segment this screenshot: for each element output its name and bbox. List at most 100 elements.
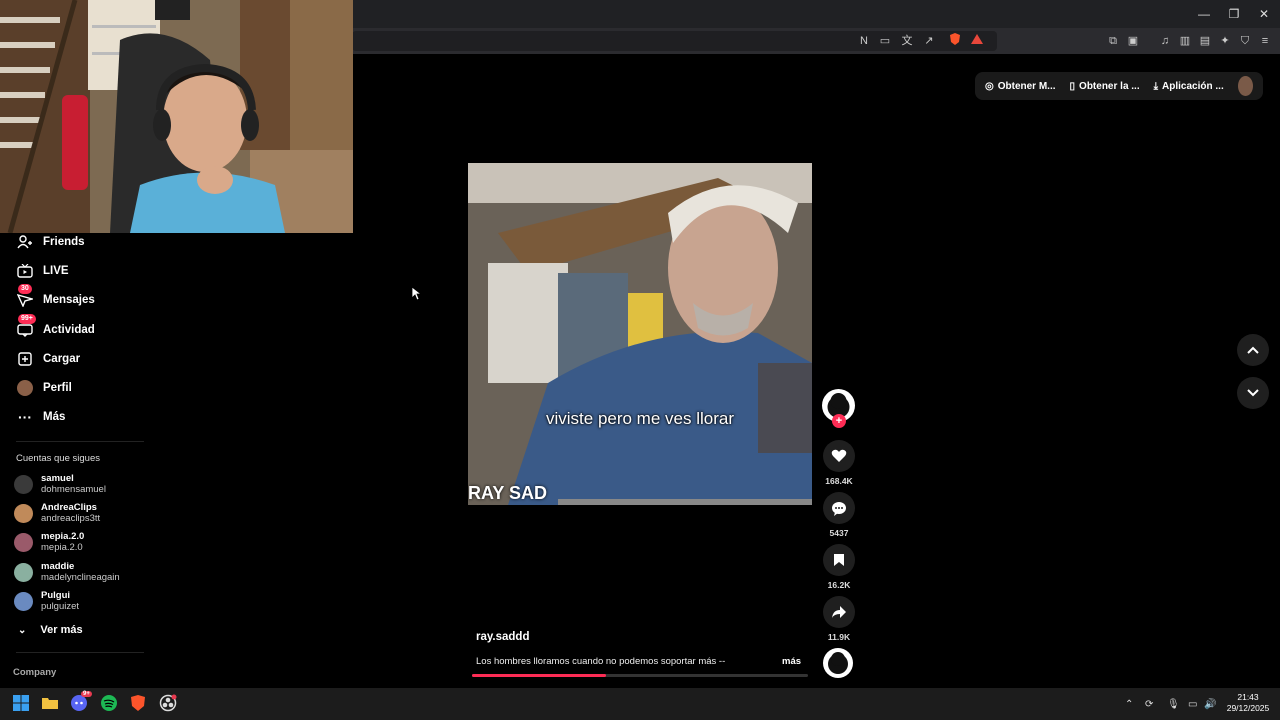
microphone-icon[interactable]: 🎙: [1167, 699, 1180, 710]
sidebar-item-label: Mensajes: [43, 294, 95, 306]
spotify-icon[interactable]: [100, 694, 120, 714]
close-window-button[interactable]: ✕: [1252, 4, 1276, 24]
chevron-down-icon: [1247, 389, 1259, 397]
taskbar-clock[interactable]: 21:43 29/12/2025: [1222, 692, 1274, 714]
comment-count: 5437: [829, 528, 849, 538]
video-caption: viviste pero me ves llorar: [545, 409, 734, 428]
sidebar-divider: [16, 652, 144, 653]
extensions-icon[interactable]: ⧉: [1104, 32, 1122, 50]
brave-shield-icon[interactable]: [946, 32, 964, 50]
avatar: [14, 562, 33, 582]
video-author[interactable]: ray.saddd: [476, 631, 529, 643]
sidebar-item-profile[interactable]: Perfil: [16, 376, 72, 400]
more-icon: ···: [18, 409, 32, 425]
share-arrow-icon: [832, 606, 846, 618]
reader-icon[interactable]: N: [855, 32, 873, 50]
minimize-button[interactable]: —: [1192, 4, 1216, 24]
upload-icon: [16, 350, 34, 368]
translate-icon[interactable]: 文: [898, 32, 916, 50]
desktop-app-label: Aplicación ...: [1162, 80, 1224, 92]
chevron-up-icon: [1247, 346, 1259, 354]
sync-icon[interactable]: ⟳: [1145, 699, 1153, 710]
brave-browser-icon[interactable]: [129, 694, 149, 714]
share-button[interactable]: [823, 596, 855, 628]
network-icon[interactable]: ▭: [1188, 699, 1197, 710]
clock-time: 21:43: [1237, 692, 1259, 702]
restore-button[interactable]: ❐: [1222, 4, 1246, 24]
mouse-cursor: [411, 286, 423, 306]
account-handle: madelynclineagain: [41, 572, 120, 583]
sidebar-item-live[interactable]: LIVE: [16, 259, 69, 283]
avatar: [14, 503, 33, 523]
sidebar-item-more[interactable]: ··· Más: [16, 405, 65, 429]
account-name: samuel: [41, 473, 74, 484]
company-link[interactable]: Company: [13, 667, 56, 678]
desktop-app-button[interactable]: ⤓ Aplicación ...: [1154, 81, 1224, 92]
sidebar-toggle-icon[interactable]: ▥: [1176, 32, 1194, 50]
vpn-icon[interactable]: ⛉: [1236, 32, 1254, 50]
cast-icon[interactable]: ▭: [876, 32, 894, 50]
sidebar-item-label: Cargar: [43, 353, 81, 365]
windows-start-icon[interactable]: [12, 694, 32, 714]
previous-video-button[interactable]: [1237, 334, 1269, 366]
messages-icon: 30: [16, 284, 34, 309]
activity-icon: 99+: [16, 314, 36, 339]
account-handle: mepia.2.0: [41, 542, 83, 553]
obs-icon[interactable]: [159, 694, 179, 714]
sidebar-item-label: Actividad: [43, 324, 95, 336]
following-account[interactable]: mepia.2.0 mepia.2.0: [14, 531, 84, 553]
follow-plus-icon[interactable]: +: [832, 414, 846, 428]
avatar[interactable]: [1237, 76, 1253, 96]
comment-button[interactable]: [823, 492, 855, 524]
share-count: 11.9K: [827, 632, 851, 642]
music-disc[interactable]: [823, 648, 853, 678]
video-watermark: RAY SAD: [468, 483, 548, 503]
following-account[interactable]: AndreaClips andreaclips3tt: [14, 502, 100, 524]
video-description: Los hombres lloramos cuando no podemos s…: [476, 656, 726, 667]
music-icon[interactable]: ♫: [1156, 32, 1174, 50]
avatar: [16, 379, 34, 397]
discord-icon[interactable]: 9+: [70, 691, 92, 714]
heart-icon: [831, 449, 847, 462]
file-explorer-icon[interactable]: [41, 694, 61, 714]
next-video-button[interactable]: [1237, 377, 1269, 409]
like-button[interactable]: [823, 440, 855, 472]
live-icon: [16, 262, 34, 280]
coin-icon: ◎: [985, 80, 994, 92]
video-progress-bar[interactable]: [472, 674, 808, 677]
friends-icon: [16, 233, 34, 251]
save-count: 16.2K: [827, 580, 851, 590]
get-coins-button[interactable]: ◎ Obtener M...: [985, 81, 1056, 92]
sidebar-item-upload[interactable]: Cargar: [16, 347, 80, 371]
following-account[interactable]: maddie madelynclineagain: [14, 561, 120, 583]
share-icon[interactable]: ↗: [920, 32, 938, 50]
sidebar-item-label: Perfil: [43, 382, 72, 394]
video-player[interactable]: viviste pero me ves llorar RAY SAD: [468, 163, 812, 505]
following-account[interactable]: samuel dohmensamuel: [14, 473, 106, 495]
tray-overflow-icon[interactable]: ⌃: [1125, 699, 1133, 710]
get-app-button[interactable]: ▯ Obtener la ...: [1070, 81, 1140, 92]
sidebar-item-activity[interactable]: 99+ Actividad: [16, 314, 95, 342]
account-name: AndreaClips: [41, 502, 97, 513]
sidebar-item-messages[interactable]: 30 Mensajes: [16, 284, 95, 312]
wallet-icon[interactable]: ▤: [1196, 32, 1214, 50]
menu-icon[interactable]: ≡: [1256, 32, 1274, 50]
account-name: mepia.2.0: [41, 531, 85, 542]
save-button[interactable]: [823, 544, 855, 576]
sidebar-item-friends[interactable]: Friends: [16, 230, 85, 254]
volume-icon[interactable]: 🔊: [1204, 699, 1216, 710]
sidebar-item-label: Más: [43, 411, 66, 423]
bookmark-icon: [834, 554, 844, 566]
discord-badge: 9+: [81, 691, 92, 697]
messages-badge: 30: [18, 284, 32, 294]
rewards-icon[interactable]: [968, 32, 986, 50]
webcam-overlay: [0, 0, 353, 233]
windows-taskbar: [0, 688, 1280, 720]
avatar: [14, 474, 33, 494]
leo-ai-icon[interactable]: ✦: [1216, 32, 1234, 50]
following-account[interactable]: Pulgui pulguizet: [14, 590, 79, 612]
see-more-button[interactable]: ⌄ Ver más: [18, 624, 83, 636]
description-more-button[interactable]: más: [782, 656, 801, 667]
screenshot-icon[interactable]: ▣: [1124, 32, 1142, 50]
download-icon: ⤓: [1153, 80, 1159, 92]
